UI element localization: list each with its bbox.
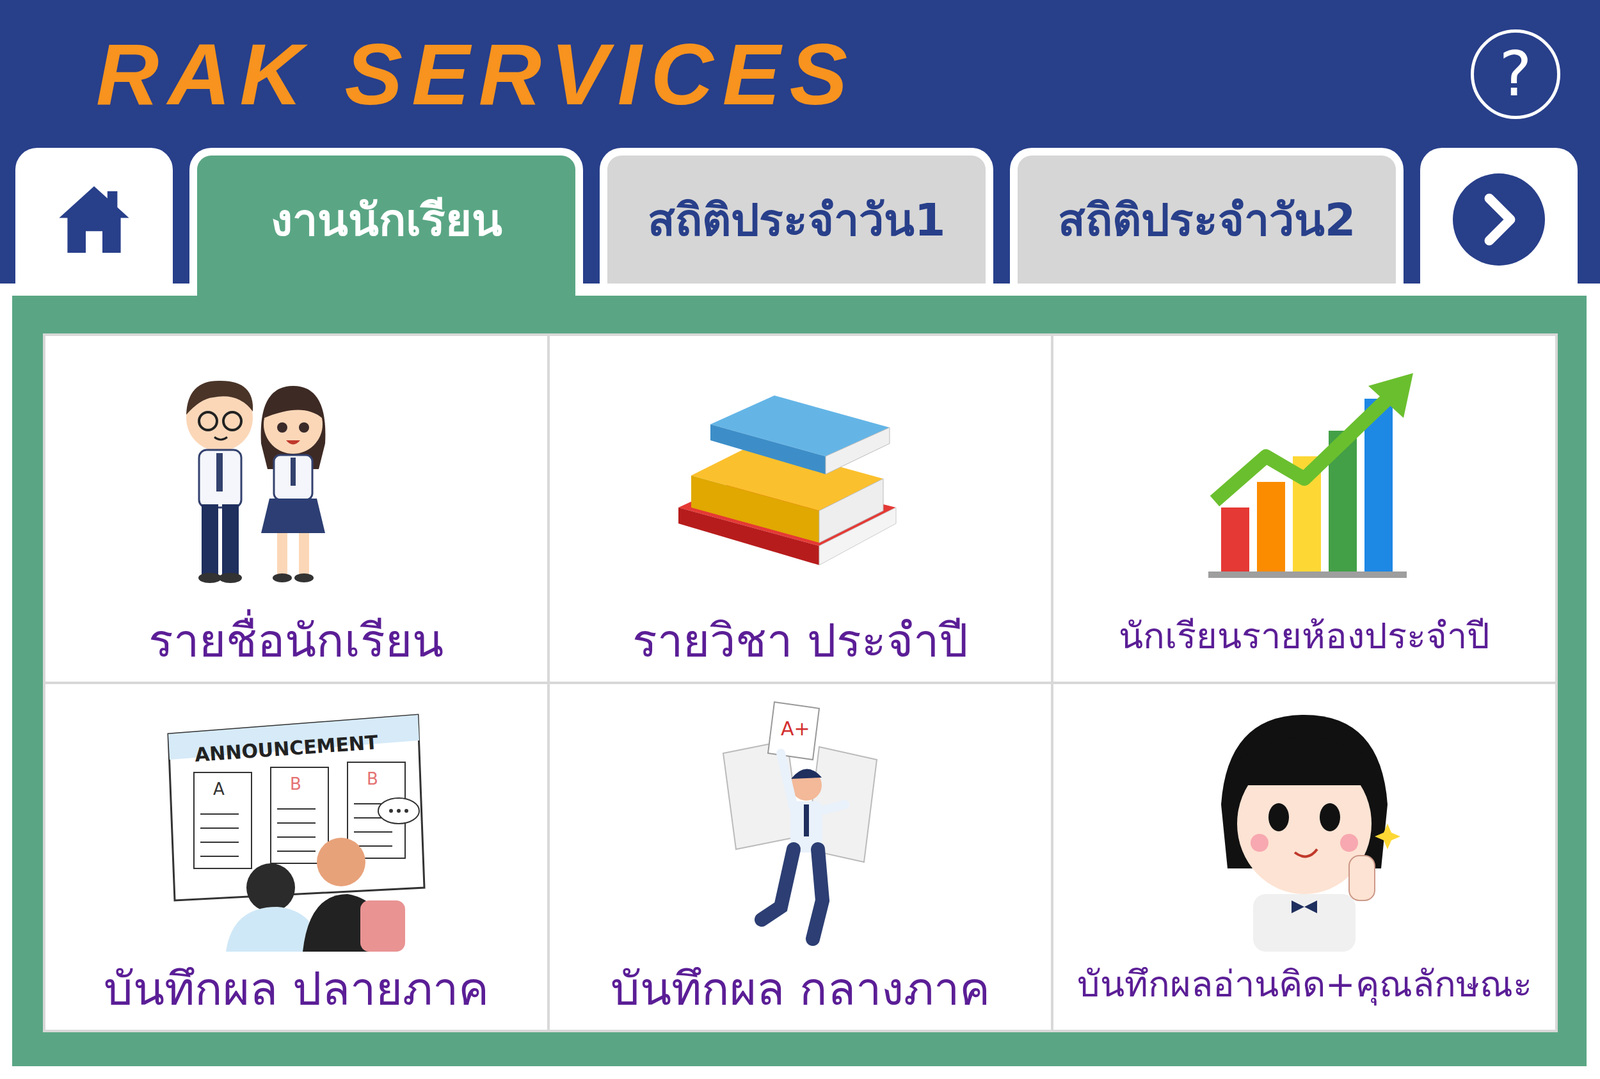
menu-card-label: รายชื่อนักเรียน — [138, 603, 454, 678]
svg-text:B: B — [366, 769, 379, 789]
content-panel: รายชื่อนักเรียน รายวิชา ประจำปี นักเรียนรา… — [12, 295, 1587, 1067]
menu-card-label: รายวิชา ประจำปี — [622, 603, 979, 678]
app-title: RAK SERVICES — [96, 24, 857, 125]
students-icon — [149, 347, 444, 604]
header: RAK SERVICES?งานนักเรียนสถิติประจำวัน1สถ… — [0, 0, 1600, 284]
svg-text:B: B — [289, 774, 302, 794]
home-icon — [52, 177, 136, 262]
menu-card[interactable]: บันทึกผลอ่านคิด+คุณลักษณะ — [1053, 684, 1556, 1030]
home-tab[interactable] — [15, 147, 173, 284]
growth-chart-icon — [1157, 347, 1452, 604]
menu-card[interactable]: นักเรียนรายห้องประจำปี — [1053, 336, 1556, 682]
svg-text:A+: A+ — [780, 717, 811, 740]
next-tab[interactable] — [1420, 147, 1578, 284]
menu-card[interactable]: รายชื่อนักเรียน — [45, 336, 548, 682]
tab-bar: งานนักเรียนสถิติประจำวัน1สถิติประจำวัน2 — [0, 147, 1600, 284]
menu-card-label: บันทึกผลอ่านคิด+คุณลักษณะ — [1066, 951, 1543, 1016]
app: RAK SERVICES?งานนักเรียนสถิติประจำวัน1สถ… — [0, 0, 1600, 1079]
thumbs-up-girl-icon — [1157, 695, 1452, 952]
svg-text:ANNOUNCEMENT: ANNOUNCEMENT — [193, 730, 379, 767]
menu-card-label: บันทึกผล กลางภาค — [600, 951, 1001, 1026]
menu-grid: รายชื่อนักเรียน รายวิชา ประจำปี นักเรียนรา… — [42, 333, 1558, 1033]
menu-card-label: นักเรียนรายห้องประจำปี — [1108, 603, 1501, 668]
tab[interactable]: สถิติประจำวัน2 — [1009, 147, 1404, 284]
books-icon — [652, 347, 948, 604]
help-button[interactable]: ? — [1470, 29, 1561, 120]
menu-card[interactable]: A+ บันทึกผล กลางภาค — [549, 684, 1052, 1030]
happy-student-icon: A+ — [652, 695, 948, 952]
title-bar: RAK SERVICES? — [0, 0, 1600, 148]
chevron-right-icon — [1450, 171, 1547, 268]
menu-card-label: บันทึกผล ปลายภาค — [93, 951, 500, 1026]
svg-text:A: A — [213, 779, 225, 799]
tab[interactable]: สถิติประจำวัน1 — [599, 147, 994, 284]
announcement-board-icon: ANNOUNCEMENT A B B — [149, 695, 444, 952]
menu-card[interactable]: ANNOUNCEMENT A B B บันทึกผล ปลายภาค — [45, 684, 548, 1030]
menu-card[interactable]: รายวิชา ประจำปี — [549, 336, 1052, 682]
tab[interactable]: งานนักเรียน — [189, 147, 584, 296]
